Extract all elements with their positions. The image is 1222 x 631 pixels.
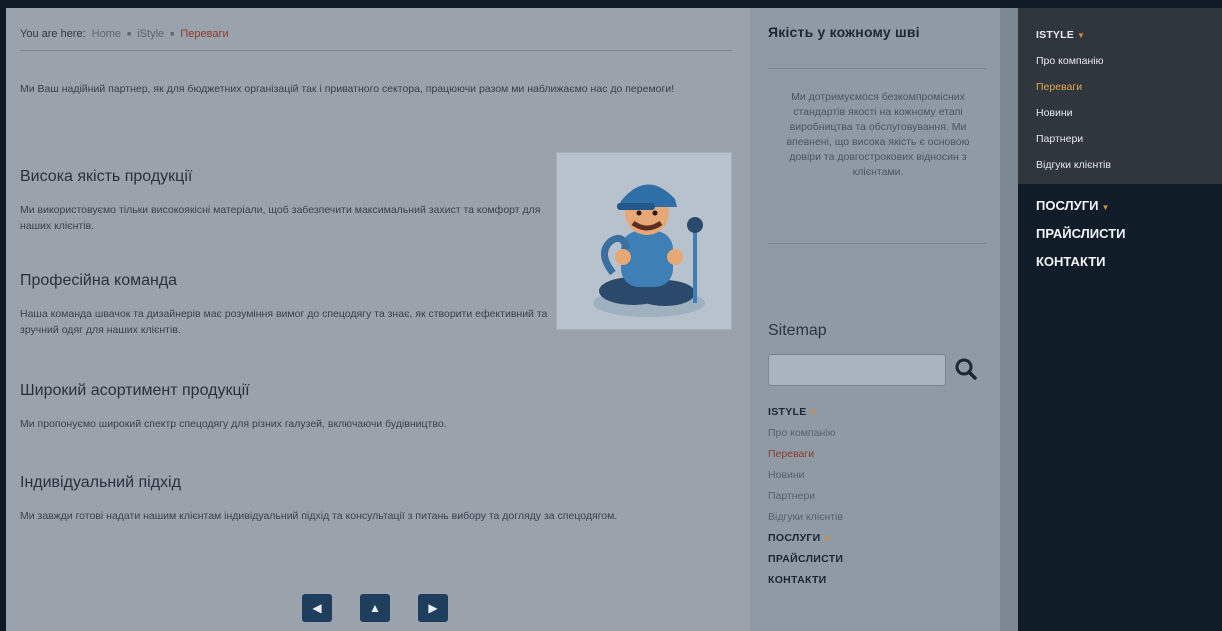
menu-item-partners[interactable]: Партнери <box>1036 126 1222 152</box>
section-text: Ми використовуємо тільки високоякісні ма… <box>20 204 541 232</box>
offcanvas-menu: ISTYLE ▼ Про компанію Переваги Новини Пар… <box>1018 8 1222 631</box>
breadcrumb-current: Переваги <box>180 28 229 40</box>
section-text: Наша команда швачок та дизайнерів має ро… <box>20 308 548 336</box>
section-title: Висока якість продукції <box>20 168 193 185</box>
sitemap-item-about[interactable]: Про компанію <box>768 423 843 444</box>
menu-item-services[interactable]: ПОСЛУГИ ▼ <box>1036 192 1222 220</box>
quality-text: Ми дотримуємося безкомпромісних стандарт… <box>786 91 970 178</box>
next-button[interactable]: ▶ <box>418 594 448 622</box>
menu-item-istyle[interactable]: ISTYLE ▼ <box>1036 22 1222 48</box>
section-text: Ми завжди готові надати нашим клієнтам і… <box>20 510 618 522</box>
divider <box>768 243 986 244</box>
breadcrumb-prefix: You are here: <box>20 28 86 40</box>
sitemap-item-news[interactable]: Новини <box>768 465 843 486</box>
sitemap-title: Sitemap <box>768 322 827 339</box>
breadcrumb-separator-icon: ■ <box>127 30 132 38</box>
divider <box>768 68 986 69</box>
section-individual: Індивідуальний підхід Ми завжди готові н… <box>20 474 732 524</box>
menu-main: ПОСЛУГИ ▼ ПРАЙСЛИСТИ КОНТАКТИ <box>1018 184 1222 276</box>
menu-item-news[interactable]: Новини <box>1036 100 1222 126</box>
section-title: Індивідуальний підхід <box>20 474 181 491</box>
menu-item-pricelists[interactable]: ПРАЙСЛИСТИ <box>1036 220 1222 248</box>
side-column: Якість у кожному шві Ми дотримуємося без… <box>750 8 1000 631</box>
sitemap-item-istyle[interactable]: ISTYLE ▼ <box>768 402 843 423</box>
caret-icon: ▼ <box>1101 203 1110 212</box>
search-icon[interactable] <box>952 354 980 384</box>
section-assortment: Широкий асортимент продукції Ми пропонує… <box>20 382 732 432</box>
breadcrumb-separator-icon: ■ <box>170 30 175 38</box>
search-input[interactable] <box>768 354 946 386</box>
sitemap-item-advantages[interactable]: Переваги <box>768 444 843 465</box>
breadcrumb: You are here: Home ■ iStyle ■ Переваги <box>20 28 229 40</box>
pager: ◀ ▲ ▶ <box>302 594 448 622</box>
quality-title: Якість у кожному шві <box>768 24 920 40</box>
up-button[interactable]: ▲ <box>360 594 390 622</box>
breadcrumb-istyle[interactable]: iStyle <box>137 28 164 40</box>
section-title: Широкий асортимент продукції <box>20 382 250 399</box>
prev-button[interactable]: ◀ <box>302 594 332 622</box>
sitemap-item-contacts[interactable]: КОНТАКТИ <box>768 570 843 591</box>
menu-submenu: ISTYLE ▼ Про компанію Переваги Новини Пар… <box>1018 8 1222 184</box>
caret-icon: ▼ <box>809 408 818 417</box>
intro-text: Ми Ваш надійний партнер, як для бюджетни… <box>20 83 675 95</box>
breadcrumb-home[interactable]: Home <box>92 28 121 40</box>
column-gap <box>1000 8 1018 631</box>
sitemap-item-reviews[interactable]: Відгуки клієнтів <box>768 507 843 528</box>
sitemap-list: ISTYLE ▼ Про компанію Переваги Новини Пар… <box>768 402 843 591</box>
menu-item-contacts[interactable]: КОНТАКТИ <box>1036 248 1222 276</box>
main-content: You are here: Home ■ iStyle ■ Переваги М… <box>6 8 750 631</box>
section-quality: Висока якість продукції Ми використовуєм… <box>20 168 550 234</box>
sitemap-item-services[interactable]: ПОСЛУГИ ▼ <box>768 528 843 549</box>
sitemap-item-partners[interactable]: Партнери <box>768 486 843 507</box>
divider <box>20 50 732 51</box>
sitemap-item-pricelists[interactable]: ПРАЙСЛИСТИ <box>768 549 843 570</box>
caret-icon: ▼ <box>823 534 832 543</box>
section-text: Ми пропонуємо широкий спектр спецодягу д… <box>20 418 447 430</box>
menu-item-advantages[interactable]: Переваги <box>1036 74 1222 100</box>
menu-item-about[interactable]: Про компанію <box>1036 48 1222 74</box>
caret-icon: ▼ <box>1076 31 1086 40</box>
section-team: Професійна команда Наша команда швачок т… <box>20 272 550 338</box>
section-title: Професійна команда <box>20 272 178 289</box>
tailor-illustration <box>556 152 732 330</box>
menu-item-reviews[interactable]: Відгуки клієнтів <box>1036 152 1222 178</box>
